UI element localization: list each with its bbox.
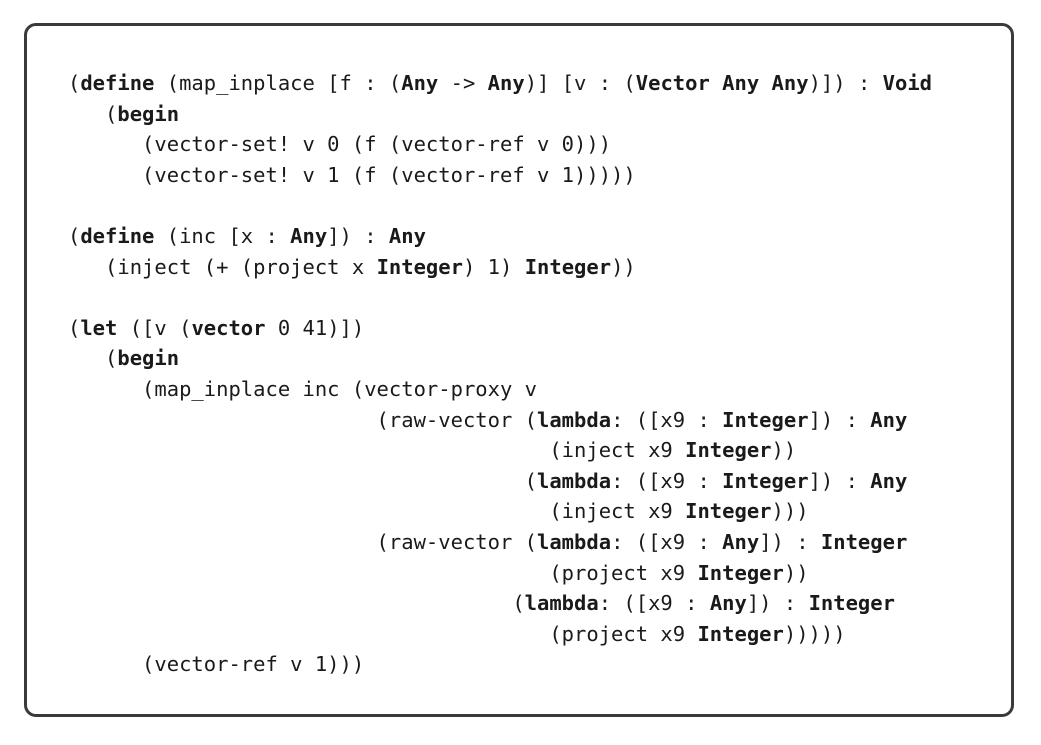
- code-line: (raw-vector (lambda: ([x9 : Any]) : Inte…: [68, 527, 932, 558]
- code-line: (vector-set! v 1 (f (vector-ref v 1))))): [68, 160, 932, 191]
- code-text: (inject x9: [68, 499, 686, 524]
- code-text: ]) :: [327, 223, 389, 248]
- code-text: : ([x9 :: [611, 407, 723, 432]
- code-keyword: Any: [709, 591, 747, 616]
- code-text: (map_inplace [f : (: [154, 71, 402, 95]
- code-text: )): [611, 254, 636, 279]
- code-keyword: Integer: [808, 591, 895, 616]
- code-text: ))))): [783, 621, 846, 646]
- code-keyword: begin: [117, 346, 180, 371]
- code-text: (project x9: [68, 621, 698, 646]
- code-line: (inject (+ (project x Integer) 1) Intege…: [68, 252, 932, 283]
- code-listing: (define (map_inplace [f : (Any -> Any)] …: [68, 68, 932, 680]
- code-keyword: Integer: [820, 529, 908, 554]
- code-text: (: [68, 346, 118, 371]
- code-line: (begin: [68, 99, 932, 130]
- code-keyword: Any: [290, 223, 328, 248]
- code-text: ]) :: [746, 591, 809, 616]
- code-keyword: vector: [191, 315, 266, 340]
- code-text: ))): [771, 499, 809, 524]
- code-keyword: Any: [401, 71, 439, 95]
- code-text: (inject (+ (project x: [68, 254, 377, 279]
- code-text: : ([x9 :: [611, 468, 723, 493]
- code-keyword: Any: [870, 468, 908, 493]
- code-text: ([v (: [117, 315, 192, 340]
- code-text: 0 41)]): [265, 315, 365, 340]
- code-line: (inject x9 Integer)): [68, 435, 932, 466]
- code-keyword: Vector Any Any: [635, 71, 809, 95]
- code-text: (map_inplace inc (vector-proxy v: [68, 376, 537, 401]
- code-keyword: Integer: [722, 468, 809, 493]
- code-line: (begin: [68, 343, 932, 374]
- code-keyword: Integer: [524, 254, 612, 279]
- code-keyword: define: [80, 71, 155, 95]
- code-line: (project x9 Integer))))): [68, 619, 932, 650]
- code-text: (: [68, 223, 81, 248]
- code-text: : ([x9 :: [598, 591, 710, 616]
- code-line: (inject x9 Integer))): [68, 496, 932, 527]
- code-keyword: Integer: [697, 560, 784, 585]
- code-text: (: [68, 101, 118, 126]
- code-text: : ([x9 :: [611, 529, 723, 554]
- code-text: (project x9: [68, 560, 698, 585]
- code-text: (raw-vector (: [68, 529, 537, 554]
- code-line: (map_inplace inc (vector-proxy v: [68, 374, 932, 405]
- code-keyword: Integer: [685, 438, 772, 463]
- code-text: (: [68, 591, 525, 616]
- code-line: (lambda: ([x9 : Integer]) : Any: [68, 466, 932, 497]
- code-keyword: Any: [487, 71, 525, 95]
- code-line: (define (map_inplace [f : (Any -> Any)] …: [68, 68, 932, 99]
- code-keyword: Integer: [722, 407, 809, 432]
- code-text: )]) :: [808, 71, 883, 95]
- code-keyword: Any: [870, 407, 908, 432]
- code-keyword: lambda: [537, 468, 612, 493]
- code-keyword: lambda: [524, 591, 599, 616]
- code-text: )): [771, 438, 797, 463]
- code-keyword: Void: [882, 71, 933, 95]
- code-line: (lambda: ([x9 : Any]) : Integer: [68, 588, 932, 619]
- code-line: (let ([v (vector 0 41)]): [68, 313, 932, 344]
- code-keyword: Any: [388, 223, 426, 248]
- code-keyword: Any: [722, 529, 760, 554]
- code-text: (vector-ref v 1))): [68, 652, 365, 677]
- code-text: (: [68, 315, 81, 340]
- code-keyword: lambda: [537, 529, 612, 554]
- code-text: )] [v : (: [524, 71, 636, 95]
- code-text: (vector-set! v 0 (f (vector-ref v 0))): [68, 132, 612, 157]
- code-text: ) 1): [462, 254, 525, 279]
- code-text: (inc [x :: [154, 223, 291, 248]
- code-text: ]) :: [759, 529, 821, 554]
- code-text: (: [68, 71, 81, 95]
- code-text: )): [783, 560, 809, 585]
- code-line: (vector-ref v 1))): [68, 649, 932, 680]
- code-text: ->: [438, 71, 488, 95]
- code-text: (raw-vector (: [68, 407, 537, 432]
- code-text: (vector-set! v 1 (f (vector-ref v 1))))): [68, 162, 636, 187]
- code-line: (raw-vector (lambda: ([x9 : Integer]) : …: [68, 405, 932, 436]
- code-keyword: let: [80, 315, 118, 340]
- code-text: ]) :: [808, 407, 871, 432]
- code-keyword: Integer: [685, 499, 772, 524]
- code-line: (project x9 Integer)): [68, 558, 932, 589]
- code-keyword: define: [80, 223, 155, 248]
- code-text: (inject x9: [68, 438, 686, 463]
- code-keyword: lambda: [537, 407, 612, 432]
- code-keyword: Integer: [376, 254, 463, 279]
- code-text: ]) :: [808, 468, 871, 493]
- code-line: (define (inc [x : Any]) : Any: [68, 221, 932, 252]
- code-keyword: Integer: [697, 621, 784, 646]
- code-text: (: [68, 468, 537, 493]
- code-keyword: begin: [117, 101, 180, 126]
- code-line: (vector-set! v 0 (f (vector-ref v 0))): [68, 129, 932, 160]
